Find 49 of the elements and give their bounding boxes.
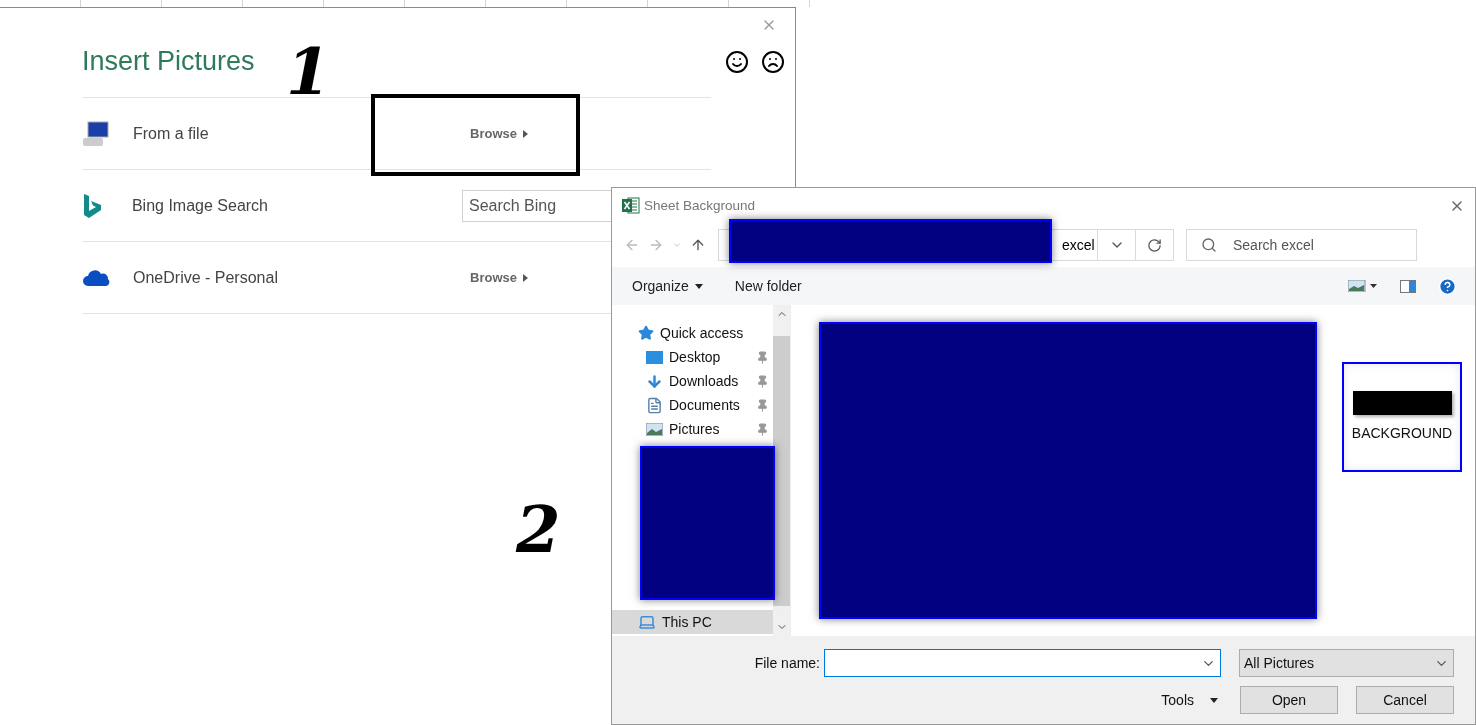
file-name: BACKGROUND (1351, 425, 1453, 441)
smiley-icon[interactable] (725, 50, 749, 74)
nav-item[interactable]: Downloads (612, 369, 773, 393)
bing-logo-icon (82, 192, 102, 219)
open-button[interactable]: Open (1240, 686, 1338, 714)
browse-button[interactable]: Browse (470, 126, 528, 141)
caret-icon (1210, 697, 1218, 703)
computer-icon (638, 613, 656, 631)
up-icon[interactable] (690, 237, 706, 253)
file-tile[interactable]: BACKGROUND (1342, 362, 1462, 472)
view-picture-icon[interactable] (1348, 280, 1378, 292)
dialog-title: Insert Pictures (82, 46, 255, 77)
picture-icon (646, 422, 663, 436)
nav-item[interactable]: Desktop (612, 345, 773, 369)
source-label: OneDrive - Personal (133, 268, 279, 287)
address-text: excel (1061, 237, 1096, 253)
spreadsheet-logo-icon (622, 197, 640, 214)
star-icon (638, 325, 654, 341)
source-label: Bing Image Search (131, 196, 269, 215)
browse-button[interactable]: Browse (470, 270, 528, 285)
field-label: File name: (754, 655, 820, 671)
frown-icon[interactable] (761, 50, 785, 74)
search-field[interactable]: Search excel (1186, 229, 1417, 261)
scrollbar[interactable] (773, 305, 790, 636)
file-type-dropdown[interactable]: All Pictures (1239, 649, 1454, 677)
nav-item[interactable]: Pictures (612, 417, 773, 441)
preview-pane-icon[interactable] (1400, 279, 1416, 293)
cancel-button[interactable]: Cancel (1356, 686, 1454, 714)
caret-icon (522, 273, 528, 282)
search-icon (1201, 237, 1217, 253)
annotation-number: 1 (286, 40, 331, 104)
download-icon (646, 372, 663, 390)
refresh-icon (1147, 237, 1162, 253)
nav-item[interactable]: This PC (612, 610, 773, 634)
tools-button[interactable]: Tools (1161, 692, 1218, 708)
nav-item[interactable]: Quick access (612, 321, 773, 345)
toolbar-button[interactable]: Organize (632, 278, 703, 294)
computer-icon (82, 120, 110, 147)
desktop-icon (646, 350, 663, 364)
source-label: From a file (133, 124, 210, 143)
search-input[interactable]: Search excel (1231, 236, 1405, 254)
nav-item[interactable]: Documents (612, 393, 773, 417)
file-name-field[interactable] (824, 649, 1221, 677)
help-icon[interactable] (1438, 276, 1457, 296)
annotation-number: 2 (516, 498, 561, 562)
document-icon (646, 396, 663, 414)
toolbar-button[interactable]: New folder (734, 278, 802, 294)
cloud-icon (82, 268, 110, 287)
caret-icon (522, 129, 528, 138)
